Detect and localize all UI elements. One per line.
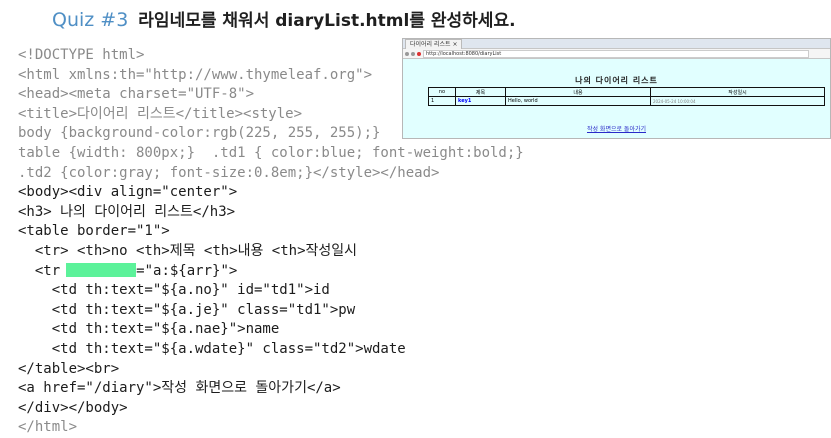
quiz-number: Quiz #3 (52, 9, 129, 31)
browser-address-bar: http://localhost:8080/diaryList (403, 49, 830, 59)
stop-icon[interactable] (417, 51, 421, 56)
code-line: <a href="/diary">작성 화면으로 돌아가기</a> (18, 380, 341, 397)
cell-title: key1 (455, 96, 506, 106)
code-line: <td th:text="${a.je}" class="td1">pw (18, 301, 356, 318)
cell-date: 2024-05-24 10:00:04 (650, 96, 825, 106)
code-line-with-blank: <tr ="a:${arr}"> (18, 262, 524, 282)
back-to-write-link[interactable]: 작성 화면으로 돌아가기 (403, 124, 830, 133)
code-fragment: ="a:${arr}"> (136, 262, 238, 279)
code-line: <td th:text="${a.nae}">name (18, 321, 280, 338)
cell-no: 1 (428, 96, 456, 106)
header-content: 내용 (505, 87, 651, 97)
code-line: </html> (18, 419, 78, 436)
code-fragment: <tr (18, 262, 61, 279)
code-line: <body><div align="center"> (18, 184, 238, 201)
code-line: <h3> 나의 다이어리 리스트</h3> (18, 203, 236, 220)
code-line: </div></body> (18, 399, 128, 416)
browser-tab[interactable]: 다이어리 리스트 × (405, 39, 463, 49)
forward-icon[interactable] (411, 51, 415, 56)
code-line: </table><br> (18, 360, 120, 377)
table-header-row: no 제목 내용 작성일시 (428, 87, 825, 97)
code-line: <td th:text="${a.wdate}" class="td2">wda… (18, 340, 406, 357)
table-row: 1 key1 Hello, world 2024-05-24 10:00:04 (428, 96, 825, 106)
quiz-instruction: 라임네모를 채워서 diaryList.html를 완성하세요. (138, 11, 516, 31)
answer-blank-box[interactable] (66, 262, 137, 277)
code-line: <td th:text="${a.no}" id="td1">id (18, 282, 330, 299)
quiz-title: Quiz #3 라임네모를 채워서 diaryList.html를 완성하세요. (52, 6, 516, 31)
browser-tab-bar: 다이어리 리스트 × (403, 39, 830, 49)
code-line: <table border="1"> (18, 223, 170, 240)
url-field[interactable]: http://localhost:8080/diaryList (423, 49, 809, 58)
diary-table: no 제목 내용 작성일시 1 key1 Hello, world 2024-0… (428, 87, 825, 106)
code-line: <tr> <th>no <th>제목 <th>내용 <th>작성일시 (18, 242, 358, 259)
page-heading: 나의 다이어리 리스트 (575, 76, 658, 85)
header-title: 제목 (455, 87, 506, 97)
header-no: no (428, 87, 456, 97)
cell-content: Hello, world (505, 96, 651, 106)
browser-preview-screenshot: 다이어리 리스트 × http://localhost:8080/diaryLi… (402, 38, 831, 139)
header-date: 작성일시 (650, 87, 825, 97)
code-line: table {width: 800px;} .td1 { color:blue;… (18, 144, 524, 161)
code-line: .td2 {color:gray; font-size:0.8em;}</sty… (18, 164, 440, 181)
back-icon[interactable] (405, 51, 409, 56)
